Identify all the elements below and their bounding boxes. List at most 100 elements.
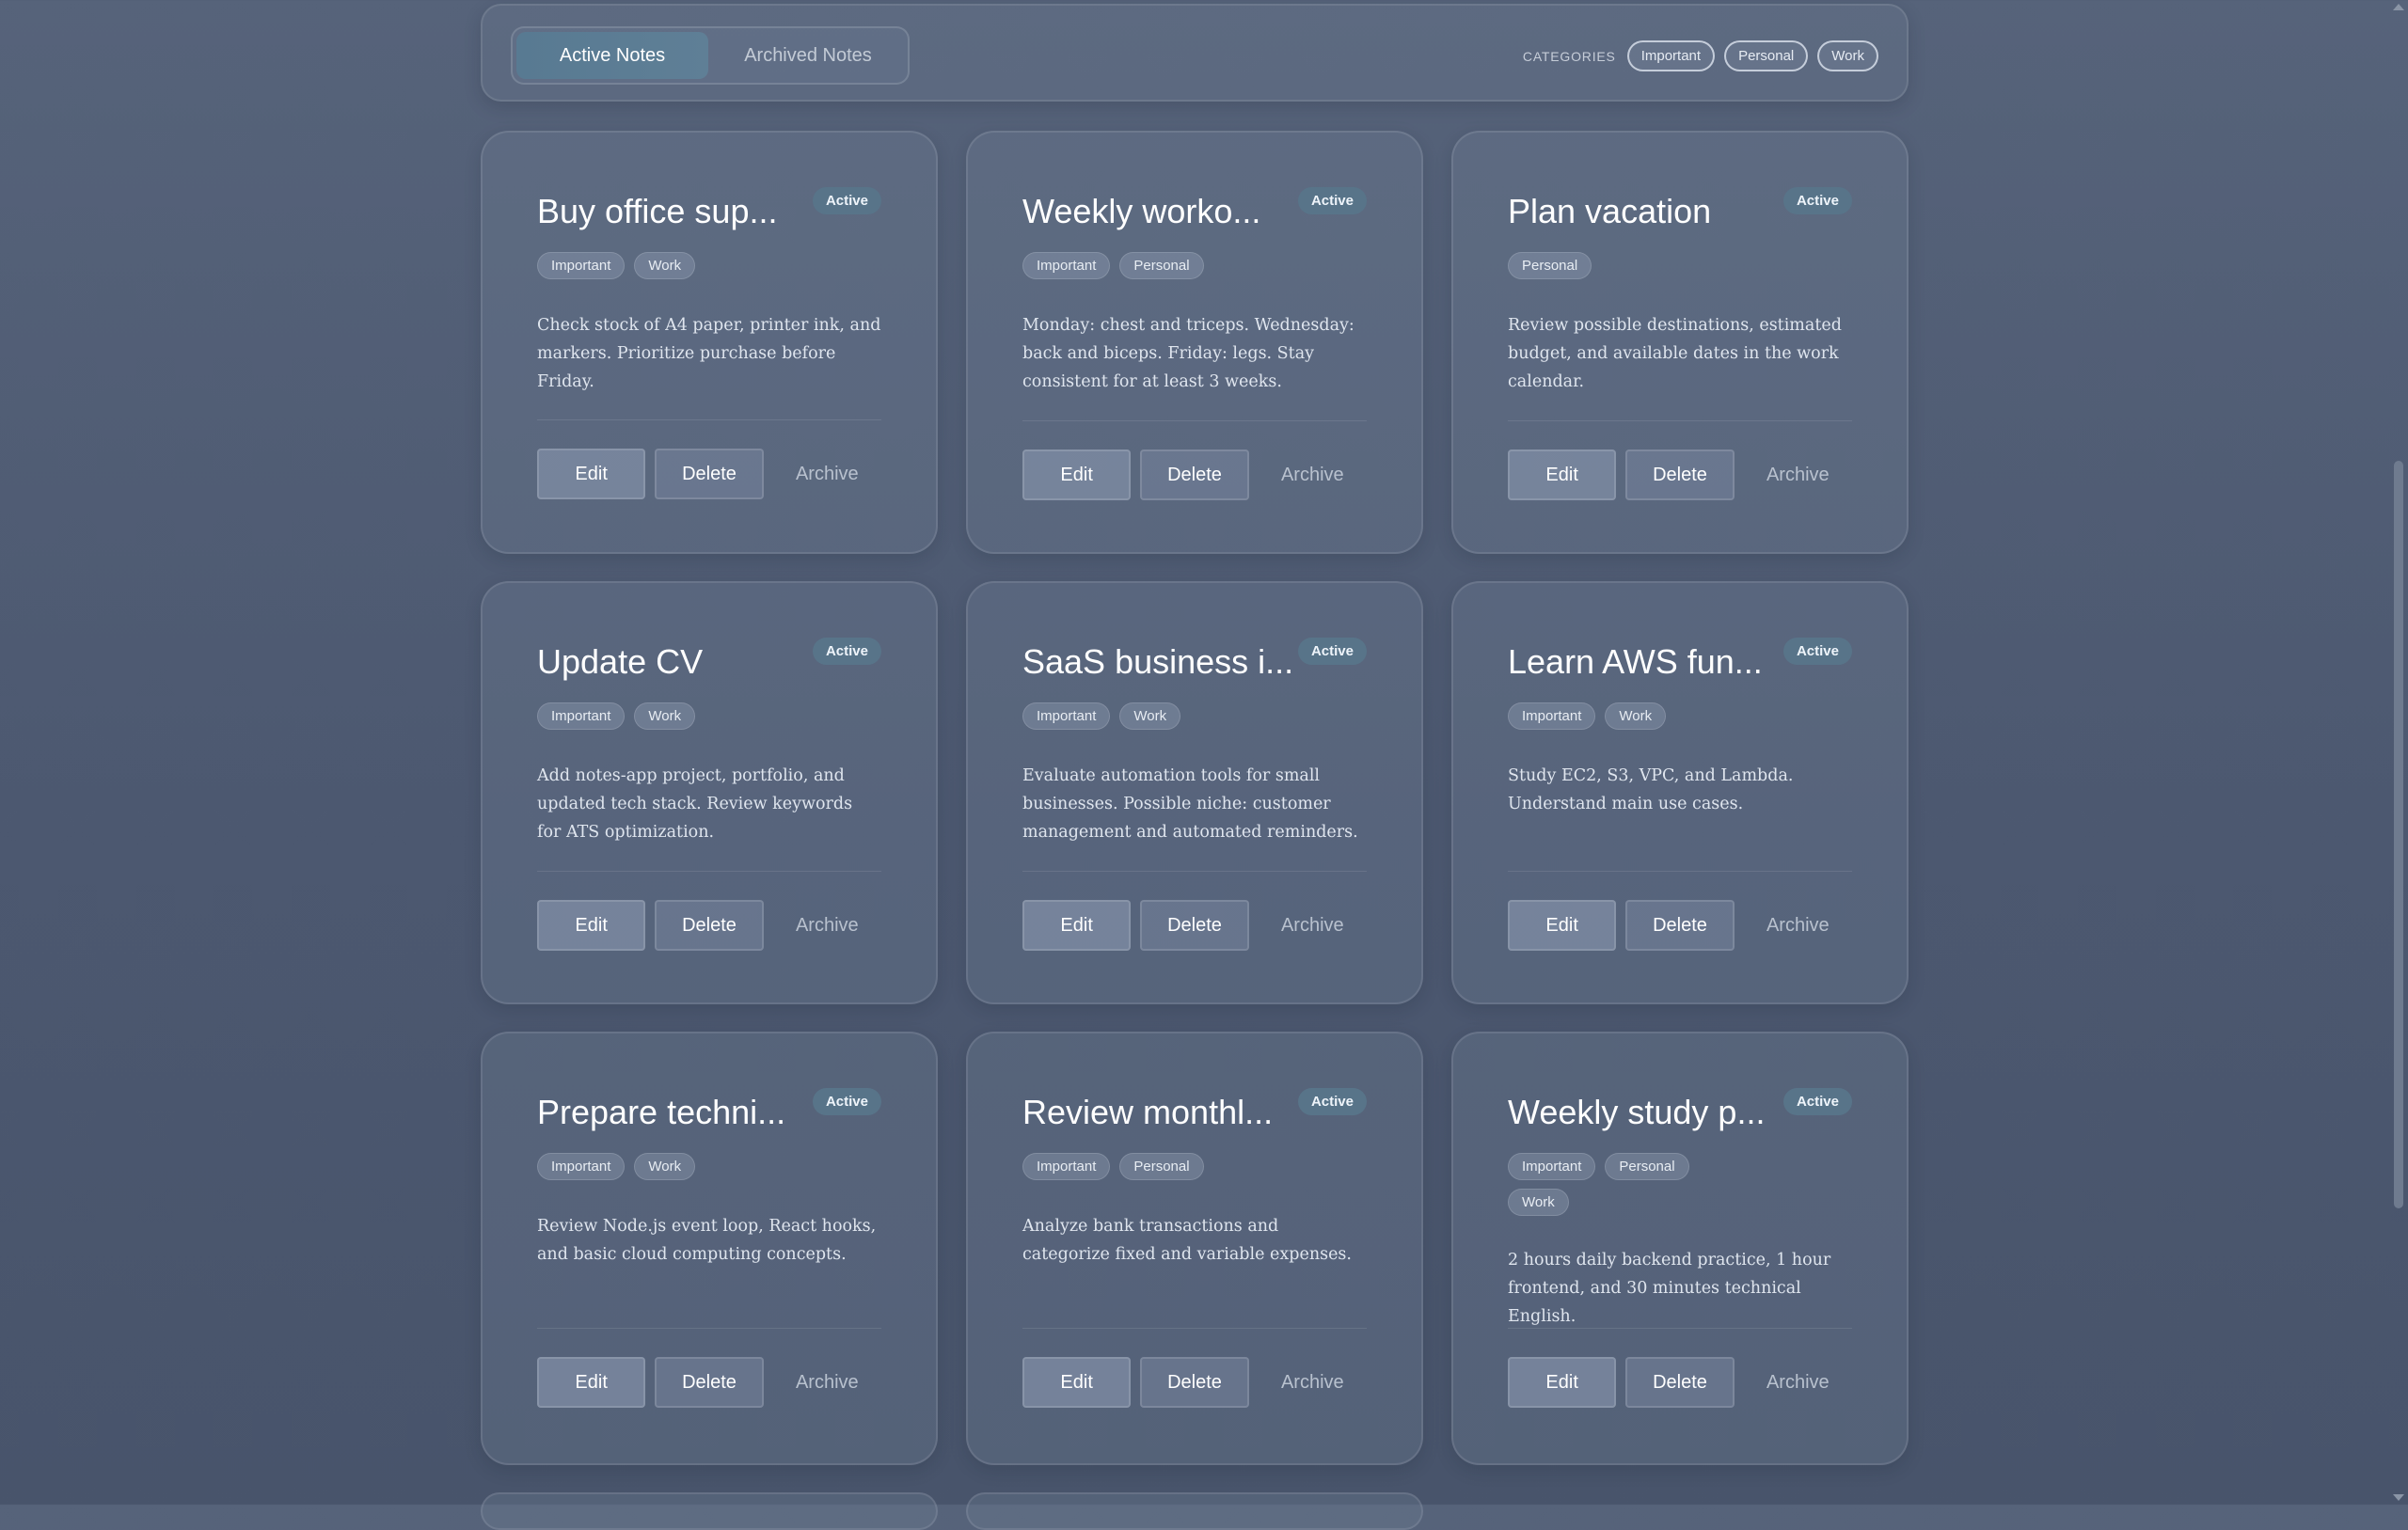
note-card: Buy office sup... Active Important Work …: [481, 131, 938, 554]
status-badge: Active: [812, 638, 881, 665]
category-filter: CATEGORIES Important Personal Work: [1523, 40, 1878, 71]
note-tag: Work: [634, 702, 696, 731]
status-badge: Active: [1782, 638, 1852, 665]
note-card: SaaS business i... Active Important Work…: [966, 581, 1423, 1004]
note-tag: Work: [634, 1153, 696, 1181]
archive-button[interactable]: Archive: [773, 449, 881, 499]
archive-button[interactable]: Archive: [1259, 450, 1367, 500]
category-filter-important[interactable]: Important: [1626, 40, 1716, 71]
archive-button[interactable]: Archive: [1259, 1357, 1367, 1408]
category-filter-work[interactable]: Work: [1817, 40, 1878, 71]
note-tag: Personal: [1119, 252, 1204, 280]
note-body: 2 hours daily backend practice, 1 hour f…: [1508, 1251, 1831, 1327]
delete-button[interactable]: Delete: [655, 900, 764, 951]
tab-active-notes[interactable]: Active Notes: [516, 32, 708, 79]
note-title: Learn AWS fun...: [1508, 642, 1763, 681]
note-card: Weekly worko... Active Important Persona…: [966, 131, 1423, 554]
note-tag: Personal: [1605, 1153, 1689, 1181]
notes-toolbar: Active Notes Archived Notes CATEGORIES I…: [481, 4, 1909, 102]
note-tag: Important: [1022, 252, 1111, 280]
delete-button[interactable]: Delete: [1625, 450, 1735, 500]
edit-button[interactable]: Edit: [1022, 1357, 1132, 1408]
note-actions: Edit Delete Archive: [1022, 871, 1367, 951]
delete-button[interactable]: Delete: [1625, 1357, 1735, 1408]
note-actions: Edit Delete Archive: [537, 419, 881, 499]
delete-button[interactable]: Delete: [1140, 900, 1249, 951]
edit-button[interactable]: Edit: [1508, 900, 1617, 951]
note-actions: Edit Delete Archive: [1022, 420, 1367, 500]
note-body: Review possible destinations, estimated …: [1508, 316, 1842, 392]
archive-button[interactable]: Archive: [1744, 450, 1852, 500]
note-title: Plan vacation: [1508, 192, 1712, 230]
note-title: Weekly study p...: [1508, 1093, 1766, 1131]
delete-button[interactable]: Delete: [655, 449, 764, 499]
note-tags: Important Work: [1508, 702, 1705, 731]
note-tag: Work: [1605, 702, 1667, 731]
note-card: Learn AWS fun... Active Important Work S…: [1451, 581, 1909, 1004]
note-tags: Important Work: [1022, 702, 1220, 731]
scroll-up-arrow-icon[interactable]: [2393, 4, 2404, 10]
edit-button[interactable]: Edit: [537, 449, 646, 499]
status-badge: Active: [1782, 187, 1852, 214]
note-body: Add notes-app project, portfolio, and up…: [537, 766, 853, 843]
note-card: Prepare techni... Active Important Work …: [481, 1032, 938, 1465]
category-filter-personal[interactable]: Personal: [1724, 40, 1809, 71]
note-tags: Important Personal Work: [1508, 1153, 1705, 1217]
status-badge: Active: [1297, 187, 1367, 214]
edit-button[interactable]: Edit: [1022, 900, 1132, 951]
note-tags: Important Work: [537, 1153, 735, 1181]
delete-button[interactable]: Delete: [655, 1357, 764, 1408]
status-badge: Active: [1782, 1088, 1852, 1115]
note-actions: Edit Delete Archive: [1508, 420, 1852, 500]
note-tags: Important Personal: [1022, 1153, 1220, 1181]
note-card: Weekly study p... Active Important Perso…: [1451, 1032, 1909, 1465]
note-tags: Important Work: [537, 252, 735, 280]
page-scrollbar[interactable]: [2389, 0, 2408, 1505]
delete-button[interactable]: Delete: [1625, 900, 1735, 951]
archive-button[interactable]: Archive: [1744, 900, 1852, 951]
note-card-partial: [966, 1492, 1423, 1530]
note-tag: Important: [1022, 702, 1111, 731]
note-card: Plan vacation Active Personal Review pos…: [1451, 131, 1909, 554]
note-title: Weekly worko...: [1022, 192, 1261, 230]
notes-tab-switcher: Active Notes Archived Notes: [511, 26, 910, 85]
note-body: Evaluate automation tools for small busi…: [1022, 766, 1358, 843]
scrollbar-thumb[interactable]: [2394, 461, 2403, 1208]
delete-button[interactable]: Delete: [1140, 450, 1249, 500]
note-actions: Edit Delete Archive: [1508, 871, 1852, 951]
status-badge: Active: [812, 187, 881, 214]
note-body: Review Node.js event loop, React hooks, …: [537, 1217, 877, 1265]
note-tag: Important: [537, 1153, 626, 1181]
note-tag: Personal: [1119, 1153, 1204, 1181]
note-card: Update CV Active Important Work Add note…: [481, 581, 938, 1004]
note-title: Review monthl...: [1022, 1093, 1274, 1131]
note-tag: Important: [1508, 1153, 1596, 1181]
archive-button[interactable]: Archive: [773, 900, 881, 951]
delete-button[interactable]: Delete: [1140, 1357, 1249, 1408]
notes-grid: Buy office sup... Active Important Work …: [481, 131, 1909, 1465]
archive-button[interactable]: Archive: [1744, 1357, 1852, 1408]
scroll-down-arrow-icon[interactable]: [2393, 1494, 2404, 1501]
archive-button[interactable]: Archive: [1259, 900, 1367, 951]
note-tags: Important Personal: [1022, 252, 1220, 280]
tab-archived-notes[interactable]: Archived Notes: [712, 32, 904, 79]
categories-label: CATEGORIES: [1522, 48, 1616, 64]
edit-button[interactable]: Edit: [537, 900, 646, 951]
edit-button[interactable]: Edit: [1508, 1357, 1617, 1408]
note-tags: Important Work: [537, 702, 735, 731]
note-actions: Edit Delete Archive: [1508, 1328, 1852, 1408]
status-badge: Active: [1297, 638, 1367, 665]
note-body: Analyze bank transactions and categorize…: [1022, 1217, 1352, 1265]
edit-button[interactable]: Edit: [537, 1357, 646, 1408]
note-tags: Personal: [1508, 252, 1705, 280]
archive-button[interactable]: Archive: [773, 1357, 881, 1408]
edit-button[interactable]: Edit: [1508, 450, 1617, 500]
note-tag: Important: [537, 702, 626, 731]
status-badge: Active: [812, 1088, 881, 1115]
edit-button[interactable]: Edit: [1022, 450, 1132, 500]
note-title: Update CV: [537, 642, 704, 681]
note-tag: Important: [1508, 702, 1596, 731]
note-tag: Important: [1022, 1153, 1111, 1181]
note-card-partial: [481, 1492, 938, 1530]
note-tag: Work: [634, 252, 696, 280]
